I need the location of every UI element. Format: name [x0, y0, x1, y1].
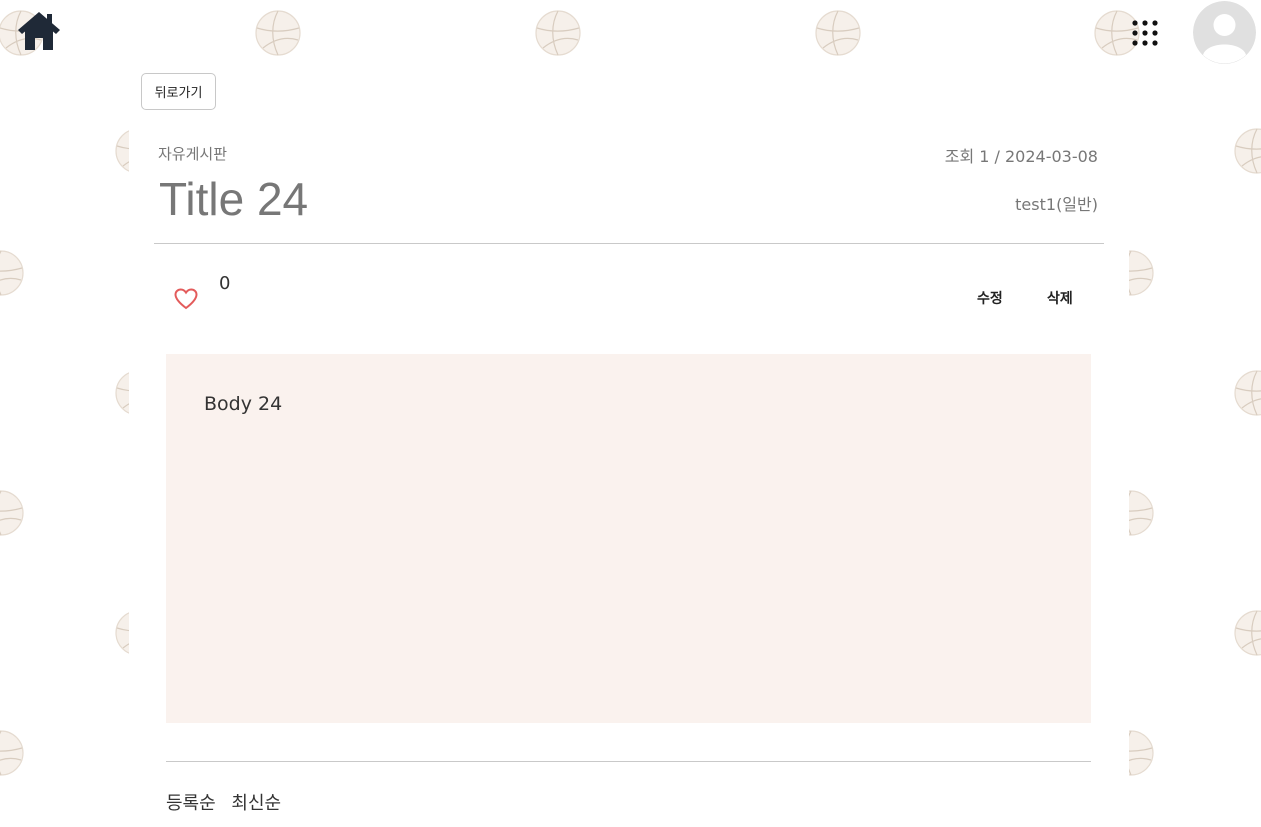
volleyball-icon [1234, 128, 1261, 174]
volleyball-icon [0, 250, 24, 296]
post-title: Title 24 [159, 173, 309, 225]
back-button[interactable]: 뒤로가기 [141, 73, 216, 110]
post-body-text: Body 24 [204, 393, 283, 415]
delete-button[interactable]: 삭제 [1047, 288, 1073, 308]
sort-option-registered[interactable]: 등록순 [166, 793, 216, 814]
volleyball-icon [1234, 610, 1261, 656]
volleyball-icon [815, 10, 861, 56]
volleyball-icon [1234, 370, 1261, 416]
volleyball-icon [255, 10, 301, 56]
like-count: 0 [219, 273, 231, 294]
post-card: 자유게시판 조회 1 / 2024-03-08 Title 24 test1(일… [129, 122, 1129, 827]
board-category: 자유게시판 [158, 145, 228, 163]
divider [166, 761, 1091, 762]
volleyball-icon [0, 730, 24, 776]
user-avatar-icon[interactable] [1193, 1, 1256, 64]
divider [154, 243, 1104, 244]
volleyball-icon [535, 10, 581, 56]
sort-option-latest[interactable]: 최신순 [231, 793, 281, 814]
volleyball-icon [0, 490, 24, 536]
post-meta: 조회 1 / 2024-03-08 [944, 147, 1098, 166]
apps-grid-icon[interactable] [1131, 19, 1159, 47]
comment-sort: 등록순 최신순 [166, 789, 291, 815]
edit-button[interactable]: 수정 [977, 288, 1003, 308]
post-author: test1(일반) [1015, 195, 1098, 214]
heart-icon[interactable] [174, 288, 198, 310]
home-icon[interactable] [16, 10, 62, 52]
post-body: Body 24 [166, 354, 1091, 723]
